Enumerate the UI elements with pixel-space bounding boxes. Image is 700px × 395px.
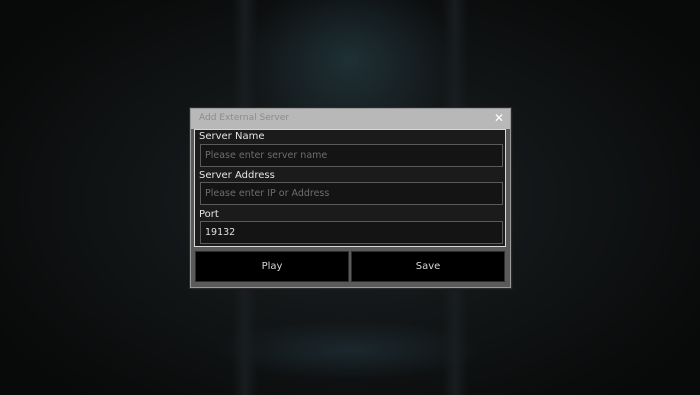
dialog-titlebar: Add External Server ✕	[191, 109, 510, 129]
server-address-input[interactable]	[200, 182, 503, 205]
server-name-label: Server Name	[199, 131, 265, 142]
port-label: Port	[199, 209, 219, 220]
close-icon[interactable]: ✕	[494, 111, 504, 125]
add-server-dialog: Add External Server ✕ Server Name Server…	[190, 108, 511, 288]
port-input[interactable]	[200, 221, 503, 244]
save-button-label: Save	[415, 261, 441, 272]
play-button[interactable]: Play	[195, 251, 349, 282]
server-address-label: Server Address	[199, 170, 275, 181]
play-button-label: Play	[261, 261, 283, 272]
save-button[interactable]: Save	[351, 251, 505, 282]
server-name-input[interactable]	[200, 144, 503, 167]
server-form: Server Name Server Address Port	[194, 129, 506, 247]
dialog-title: Add External Server	[199, 113, 289, 123]
